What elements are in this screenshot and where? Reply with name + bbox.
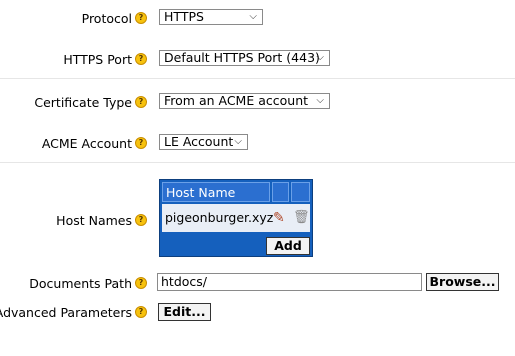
help-icon[interactable]: ? (135, 137, 147, 149)
host-name-cell: pigeonburger.xyz (165, 210, 274, 225)
help-icon[interactable]: ? (135, 96, 147, 108)
documents-path-input[interactable]: htdocs/ (157, 273, 422, 291)
section-divider (0, 78, 515, 79)
host-names-label: Host Names (56, 213, 132, 228)
https-port-select[interactable]: Default HTTPS Port (443) ⌵ (159, 50, 330, 66)
certificate-type-select[interactable]: From an ACME account ⌵ (159, 93, 330, 109)
help-icon[interactable]: ? (135, 277, 147, 289)
protocol-select-value: HTTPS (164, 9, 204, 24)
acme-account-select-value: LE Account (164, 134, 234, 149)
certificate-type-select-value: From an ACME account (164, 93, 309, 108)
acme-account-label: ACME Account (41, 136, 132, 151)
advanced-parameters-label: Advanced Parameters (0, 305, 132, 320)
table-row: pigeonburger.xyz ✎ 🗑 (162, 204, 310, 232)
trash-icon[interactable]: 🗑 (293, 210, 310, 225)
certificate-type-label: Certificate Type (34, 95, 132, 110)
edit-advanced-button[interactable]: Edit... (158, 303, 211, 321)
chevron-down-icon: ⌵ (234, 136, 242, 147)
https-port-label: HTTPS Port (63, 52, 132, 67)
protocol-label: Protocol (81, 11, 132, 26)
chevron-down-icon: ⌵ (316, 95, 324, 106)
delete-column-header (291, 182, 310, 202)
chevron-down-icon: ⌵ (249, 11, 257, 22)
acme-account-select[interactable]: LE Account ⌵ (159, 134, 248, 150)
help-icon[interactable]: ? (135, 12, 147, 24)
help-icon[interactable]: ? (135, 306, 147, 318)
help-icon[interactable]: ? (135, 214, 147, 226)
chevron-down-icon: ⌵ (316, 52, 324, 63)
edit-column-header (272, 182, 289, 202)
help-icon[interactable]: ? (135, 53, 147, 65)
host-name-column-header: Host Name (162, 182, 270, 202)
add-host-button[interactable]: Add (266, 237, 310, 255)
browse-button[interactable]: Browse... (426, 273, 499, 291)
documents-path-label: Documents Path (29, 276, 132, 291)
host-names-table: Host Name pigeonburger.xyz ✎ 🗑 Add (159, 179, 313, 257)
pencil-icon[interactable]: ✎ (273, 210, 285, 226)
protocol-select[interactable]: HTTPS ⌵ (159, 9, 263, 25)
section-divider (0, 162, 515, 163)
https-port-select-value: Default HTTPS Port (443) (164, 50, 320, 65)
